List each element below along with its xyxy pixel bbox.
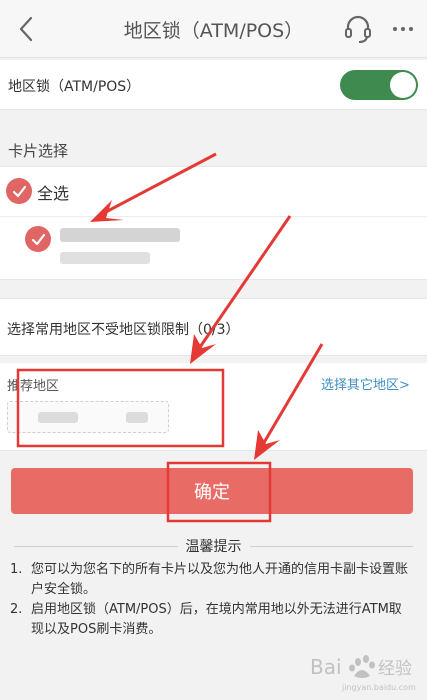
more-icon bbox=[409, 27, 413, 31]
select-all-checkbox[interactable] bbox=[6, 178, 32, 204]
tips-title-wrap: 温馨提示 bbox=[14, 536, 413, 556]
check-icon bbox=[31, 233, 45, 245]
card-checkbox[interactable] bbox=[25, 226, 51, 252]
tip-item: 1. 您可以为您名下的所有卡片以及您为他人开通的信用卡副卡设置账户安全锁。 bbox=[10, 560, 410, 600]
check-icon bbox=[12, 185, 26, 197]
card-number-redacted bbox=[60, 252, 150, 264]
top-nav-bar: 地区锁（ATM/POS） bbox=[0, 0, 427, 58]
headset-icon bbox=[345, 15, 371, 43]
card-divider bbox=[0, 216, 427, 217]
page-title: 地区锁（ATM/POS） bbox=[123, 20, 304, 42]
tip-number: 1. bbox=[10, 562, 23, 577]
more-icon bbox=[401, 27, 405, 31]
tips-title: 温馨提示 bbox=[177, 539, 250, 555]
more-icon bbox=[393, 27, 397, 31]
recommended-region-label: 推荐地区 bbox=[7, 379, 60, 394]
toggle-knob bbox=[390, 72, 416, 98]
tip-number: 2. bbox=[10, 602, 23, 617]
svg-text:Bai: Bai bbox=[310, 655, 342, 679]
select-other-region-link[interactable]: 选择其它地区> bbox=[321, 374, 410, 393]
customer-service-button[interactable] bbox=[342, 12, 374, 46]
confirm-button[interactable]: 确定 bbox=[11, 468, 413, 514]
region-name-redacted bbox=[38, 412, 78, 423]
tip-item: 2. 启用地区锁（ATM/POS）后，在境内常用地以外无法进行ATM取现以及PO… bbox=[10, 600, 410, 640]
tips-header: 温馨提示 bbox=[14, 536, 413, 556]
card-section-title: 卡片选择 bbox=[8, 142, 69, 160]
back-button[interactable] bbox=[8, 10, 44, 48]
recommended-region-chip[interactable] bbox=[7, 401, 169, 433]
select-all-label: 全选 bbox=[37, 184, 70, 203]
tip-text: 启用地区锁（ATM/POS）后，在境内常用地以外无法进行ATM取现以及POS刷卡… bbox=[31, 602, 402, 637]
baidu-jingyan-watermark: Bai 经验 jingyan.baidu.com bbox=[310, 655, 416, 692]
common-regions-label: 选择常用地区不受地区锁限制（0/3） bbox=[7, 322, 240, 338]
tip-text: 您可以为您名下的所有卡片以及您为他人开通的信用卡副卡设置账户安全锁。 bbox=[31, 562, 409, 597]
common-regions-row[interactable]: 选择常用地区不受地区锁限制（0/3） bbox=[0, 298, 427, 356]
region-lock-toggle[interactable] bbox=[340, 70, 418, 100]
region-name-redacted bbox=[126, 412, 148, 423]
recommended-region-section: 推荐地区 选择其它地区> bbox=[0, 363, 427, 451]
chevron-left-icon bbox=[19, 16, 33, 42]
svg-text:jingyan.baidu.com: jingyan.baidu.com bbox=[341, 683, 416, 692]
more-button[interactable] bbox=[388, 12, 418, 46]
svg-text:经验: 经验 bbox=[378, 659, 412, 679]
card-name-redacted bbox=[60, 228, 180, 242]
region-lock-label: 地区锁（ATM/POS） bbox=[8, 79, 141, 95]
